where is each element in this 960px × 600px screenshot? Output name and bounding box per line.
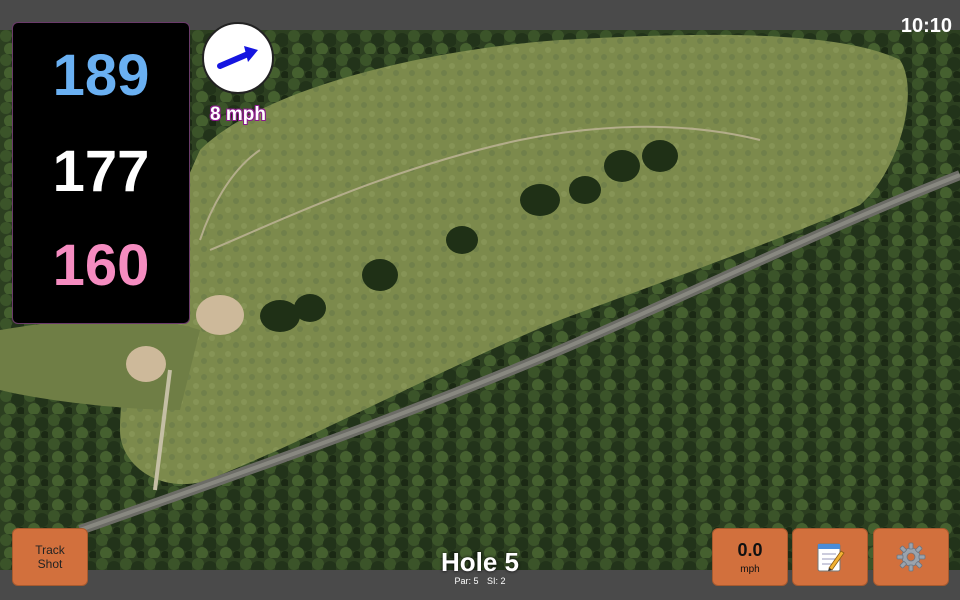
settings-button[interactable] xyxy=(873,528,949,586)
speed-button[interactable]: 0.0 mph xyxy=(712,528,788,586)
speed-unit: mph xyxy=(740,563,760,575)
wind-indicator xyxy=(202,22,274,94)
back-distance: 189 xyxy=(52,43,150,108)
notes-button[interactable] xyxy=(792,528,868,586)
front-distance: 160 xyxy=(52,233,150,298)
distance-panel: 189 177 160 xyxy=(12,22,190,324)
hole-meta: Par: 5 SI: 2 xyxy=(380,576,580,586)
notepad-icon xyxy=(817,543,845,572)
track-shot-label-line2: Shot xyxy=(37,557,63,571)
gear-icon xyxy=(896,542,926,572)
hole-par: Par: 5 xyxy=(454,576,479,586)
track-shot-button[interactable]: Track Shot xyxy=(12,528,88,586)
wind-speed: 8 mph xyxy=(210,104,266,125)
hole-title: Hole 5 xyxy=(440,547,520,577)
clock: 10:10 xyxy=(900,15,952,37)
hole-stroke-index: SI: 2 xyxy=(487,576,506,586)
middle-distance: 177 xyxy=(52,139,150,204)
wind-direction-arrow-icon xyxy=(217,46,258,69)
track-shot-label-line1: Track xyxy=(35,543,65,557)
speed-value: 0.0 xyxy=(737,539,763,560)
